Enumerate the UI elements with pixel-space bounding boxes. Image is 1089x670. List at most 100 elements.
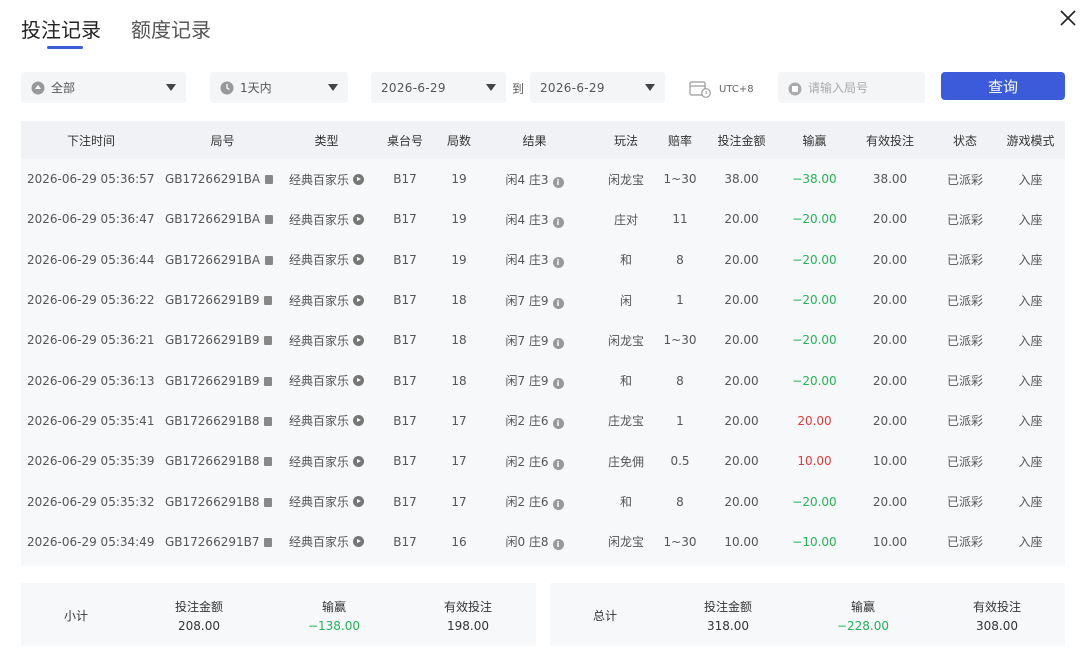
- copy-icon[interactable]: [265, 215, 274, 225]
- column-header: 类型: [284, 121, 369, 159]
- copy-icon[interactable]: [264, 376, 273, 386]
- info-icon[interactable]: i: [552, 216, 564, 228]
- copy-icon[interactable]: [264, 336, 273, 346]
- play-replay-icon[interactable]: [353, 415, 364, 427]
- valid-bet-cell-text: 20.00: [872, 333, 908, 348]
- date-from-select[interactable]: 2026-6-29: [371, 72, 506, 103]
- info-icon[interactable]: i: [552, 257, 564, 269]
- bet-amount-cell-text: 20.00: [724, 252, 759, 267]
- odds-cell: 8: [660, 481, 700, 521]
- table-row: 2026-06-29 05:36:13 GB17266291B9 经典百家乐 B17 1…: [21, 360, 1065, 400]
- tab-credit-records[interactable]: 额度记录: [131, 14, 211, 46]
- play-replay-icon[interactable]: [353, 455, 364, 467]
- bet-amount-cell-text: 10.00: [724, 534, 759, 549]
- game-type-cell-text: 经典百家乐: [288, 414, 349, 429]
- bet-type-cell: 闲龙宝: [592, 522, 660, 562]
- shoe-number-cell-text: 18: [451, 293, 467, 308]
- info-icon[interactable]: i: [552, 378, 564, 390]
- bet-time-cell-text: 2026-06-29 05:36:47: [27, 212, 155, 227]
- table-number-cell: B17: [369, 360, 441, 400]
- table-number-cell: B17: [369, 401, 441, 441]
- play-replay-icon[interactable]: [353, 173, 364, 185]
- status-cell-text: 已派彩: [946, 535, 983, 550]
- bet-time-cell-text: 2026-06-29 05:36:13: [27, 373, 155, 388]
- round-search-box[interactable]: [778, 72, 925, 103]
- game-type-cell-text: 经典百家乐: [288, 454, 349, 469]
- odds-cell: 1: [660, 401, 700, 441]
- play-replay-icon[interactable]: [353, 375, 364, 387]
- status-cell-text: 已派彩: [946, 212, 983, 227]
- odds-cell: 1~30: [660, 522, 700, 562]
- bet-type-cell-text: 庄免佣: [607, 454, 644, 469]
- status-cell-text: 已派彩: [946, 253, 983, 268]
- win-loss-cell-text: 20.00: [797, 413, 832, 428]
- time-range-select[interactable]: 1天内: [210, 72, 348, 103]
- column-header: 局号: [161, 121, 284, 159]
- copy-icon[interactable]: [264, 457, 273, 467]
- info-icon[interactable]: i: [552, 458, 564, 470]
- copy-icon[interactable]: [264, 296, 273, 306]
- column-header: 下注时间: [21, 121, 161, 159]
- play-replay-icon[interactable]: [353, 496, 364, 508]
- game-type-cell: 经典百家乐: [284, 360, 369, 400]
- date-to-select[interactable]: 2026-6-29: [530, 72, 665, 103]
- round-number-cell-text: GB17266291B8: [165, 413, 260, 428]
- valid-bet-cell: 20.00: [846, 199, 934, 239]
- bet-time-cell: 2026-06-29 05:36:22: [21, 280, 161, 320]
- game-type-cell-text: 经典百家乐: [288, 293, 349, 308]
- info-icon[interactable]: i: [552, 297, 564, 309]
- bet-type-cell: 和: [592, 481, 660, 521]
- bet-amount-cell-text: 20.00: [724, 293, 759, 308]
- subtotal-bet-label: 投注金额: [174, 600, 223, 614]
- status-cell: 已派彩: [934, 240, 996, 280]
- info-icon[interactable]: i: [552, 337, 564, 349]
- chevron-down-icon: [328, 84, 338, 91]
- game-type-select[interactable]: 全部: [21, 72, 186, 103]
- valid-bet-cell-text: 20.00: [872, 413, 908, 428]
- table-number-cell-text: B17: [393, 373, 417, 388]
- table-number-cell-text: B17: [393, 172, 417, 187]
- play-replay-icon[interactable]: [353, 254, 364, 266]
- tab-bet-records[interactable]: 投注记录: [21, 14, 101, 46]
- subtotal-win-value: −138.00: [307, 619, 361, 633]
- subtotal-valid: 有效投注 198.00: [413, 598, 523, 633]
- bet-amount-cell: 20.00: [700, 441, 783, 481]
- copy-icon[interactable]: [265, 255, 274, 265]
- timezone-label: UTC+8: [719, 83, 754, 95]
- result-cell-text: 闲4 庄3: [505, 253, 549, 268]
- copy-icon[interactable]: [264, 537, 273, 547]
- shoe-number-cell-text: 18: [451, 373, 467, 388]
- copy-icon[interactable]: [264, 497, 273, 507]
- play-replay-icon[interactable]: [353, 536, 364, 548]
- total-label: 总计: [593, 609, 618, 623]
- table-number-cell: B17: [369, 159, 441, 199]
- result-cell-text: 闲2 庄6: [505, 454, 549, 469]
- game-mode-cell-text: 入座: [1018, 293, 1043, 308]
- info-icon[interactable]: i: [552, 539, 564, 551]
- round-number-input[interactable]: [808, 80, 918, 95]
- play-replay-icon[interactable]: [353, 213, 364, 225]
- play-replay-icon[interactable]: [353, 334, 364, 346]
- shoe-number-cell-text: 16: [451, 534, 467, 549]
- table-row: 2026-06-29 05:36:57 GB17266291BA 经典百家乐 B17 1…: [21, 159, 1065, 199]
- bet-time-cell: 2026-06-29 05:36:21: [21, 320, 161, 360]
- query-button[interactable]: 查询: [941, 72, 1065, 100]
- timezone-indicator[interactable]: UTC+8: [689, 80, 754, 98]
- total-win-label: 输赢: [850, 600, 875, 614]
- info-icon[interactable]: i: [552, 499, 564, 511]
- copy-icon[interactable]: [264, 416, 273, 426]
- clock-icon: [220, 81, 234, 95]
- play-replay-icon[interactable]: [353, 294, 364, 306]
- valid-bet-cell: 20.00: [846, 481, 934, 521]
- info-icon[interactable]: i: [552, 418, 564, 430]
- close-icon[interactable]: [1056, 6, 1080, 30]
- info-icon[interactable]: i: [552, 176, 564, 188]
- subtotal-bet-value: 208.00: [178, 619, 220, 633]
- bet-type-cell-text: 和: [619, 253, 632, 268]
- copy-icon[interactable]: [265, 175, 274, 185]
- status-cell-text: 已派彩: [946, 293, 983, 308]
- win-loss-cell: −20.00: [783, 481, 846, 521]
- odds-cell: 8: [660, 360, 700, 400]
- round-number-cell: GB17266291B8: [161, 441, 284, 481]
- status-cell-text: 已派彩: [946, 454, 983, 469]
